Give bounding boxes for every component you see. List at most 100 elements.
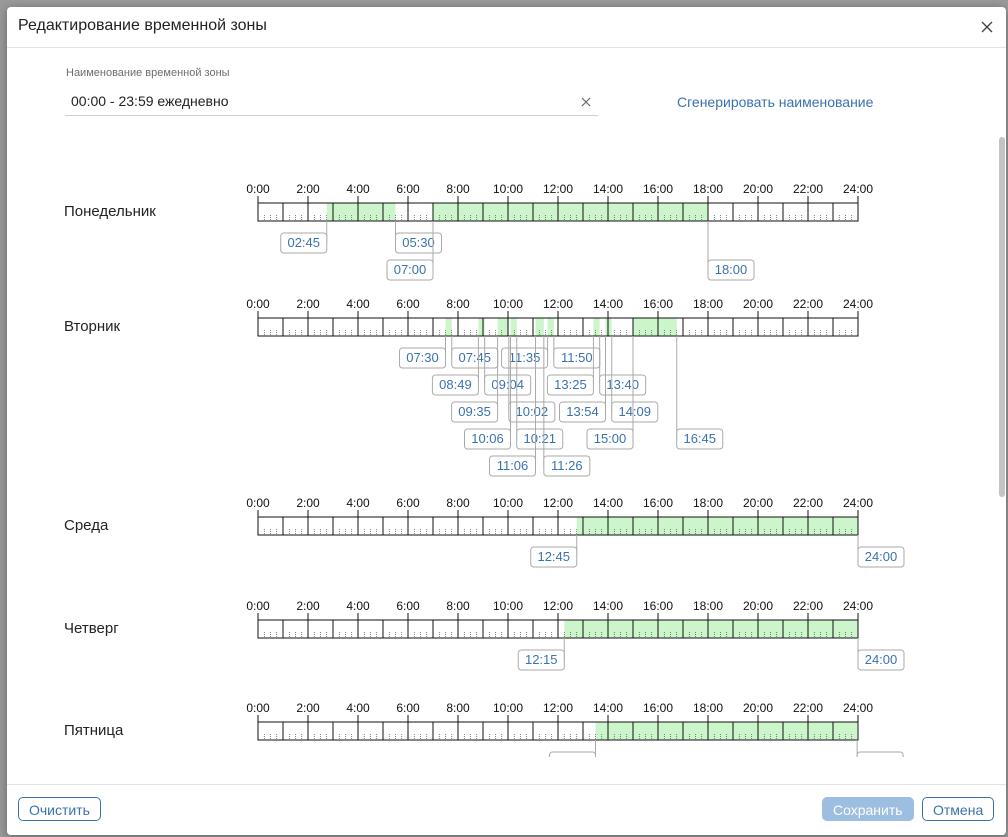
clear-icon[interactable] <box>580 95 592 107</box>
hour-label: 2:00 <box>296 496 320 510</box>
time-marker-label: 13:25 <box>554 377 587 392</box>
hour-label: 12:00 <box>543 599 573 613</box>
active-interval[interactable] <box>510 318 517 336</box>
active-interval[interactable] <box>595 722 858 740</box>
active-interval[interactable] <box>445 318 452 336</box>
hour-label: 0:00 <box>246 297 270 311</box>
active-interval[interactable] <box>576 517 858 535</box>
day-row: Вторник 0:00 2:00 4:00 6:00 8:00 10:00 12:00 14:… <box>64 297 873 477</box>
hour-label: 16:00 <box>643 599 673 613</box>
hour-label: 12:00 <box>543 701 573 715</box>
active-interval[interactable] <box>593 318 600 336</box>
active-interval[interactable] <box>535 318 544 336</box>
hour-label: 22:00 <box>793 496 823 510</box>
day-name: Вторник <box>64 318 121 335</box>
hour-label: 8:00 <box>446 701 470 715</box>
hour-label: 14:00 <box>593 701 623 715</box>
day-name: Среда <box>64 517 109 534</box>
timezone-edit-dialog: Редактирование временной зоны Наименован… <box>7 7 1006 835</box>
hour-label: 16:00 <box>643 701 673 715</box>
day-name: Четверг <box>64 620 119 637</box>
time-marker-label: 08:49 <box>439 377 472 392</box>
hour-label: 14:00 <box>593 599 623 613</box>
hour-label: 12:00 <box>543 297 573 311</box>
hour-label: 24:00 <box>843 496 873 510</box>
time-marker-label: 16:45 <box>683 431 716 446</box>
active-interval[interactable] <box>326 203 396 221</box>
hour-label: 4:00 <box>346 297 370 311</box>
hour-label: 10:00 <box>493 599 523 613</box>
hour-label: 0:00 <box>246 701 270 715</box>
active-interval[interactable] <box>633 318 677 336</box>
hour-label: 20:00 <box>743 297 773 311</box>
time-marker-label: 07:30 <box>406 350 439 365</box>
hour-label: 12:00 <box>543 182 573 196</box>
hour-label: 22:00 <box>793 182 823 196</box>
hour-label: 24:00 <box>843 599 873 613</box>
hour-label: 14:00 <box>593 182 623 196</box>
hour-label: 16:00 <box>643 297 673 311</box>
time-marker-label: 24:00 <box>865 652 898 667</box>
time-marker-label: 12:15 <box>525 652 558 667</box>
time-marker-label: 24:00 <box>865 549 898 564</box>
hour-label: 24:00 <box>843 297 873 311</box>
active-interval[interactable] <box>433 203 708 221</box>
time-marker-label: 15:00 <box>594 431 627 446</box>
hour-label: 22:00 <box>793 599 823 613</box>
clear-button[interactable]: Очистить <box>18 797 101 821</box>
time-marker-label: 14:09 <box>618 404 651 419</box>
scrollbar-thumb[interactable] <box>999 137 1005 497</box>
save-button[interactable]: Сохранить <box>822 797 914 821</box>
time-marker-label: 10:06 <box>471 431 504 446</box>
hour-label: 10:00 <box>493 182 523 196</box>
hour-label: 4:00 <box>346 182 370 196</box>
hour-label: 2:00 <box>296 599 320 613</box>
hour-label: 10:00 <box>493 297 523 311</box>
hour-label: 0:00 <box>246 599 270 613</box>
time-marker-label: 09:04 <box>491 377 524 392</box>
time-marker-label: 18:00 <box>715 262 748 277</box>
cancel-button[interactable]: Отмена <box>922 797 995 821</box>
vertical-scrollbar[interactable] <box>999 137 1005 757</box>
hour-label: 4:00 <box>346 496 370 510</box>
hour-label: 10:00 <box>493 701 523 715</box>
close-icon[interactable] <box>978 18 996 36</box>
hour-label: 18:00 <box>693 701 723 715</box>
hour-label: 0:00 <box>246 496 270 510</box>
time-marker-label: 13:54 <box>566 404 599 419</box>
timezone-name-input[interactable] <box>65 89 571 113</box>
dialog-footer: Очистить Сохранить Отмена <box>7 784 1006 835</box>
generate-name-link[interactable]: Сгенерировать наименование <box>677 94 873 110</box>
active-interval[interactable] <box>605 318 612 336</box>
time-marker-label: 02:45 <box>287 235 320 250</box>
time-marker-label: 11:26 <box>551 458 583 473</box>
hour-label: 16:00 <box>643 496 673 510</box>
hour-label: 0:00 <box>246 182 270 196</box>
day-row: Среда 0:00 2:00 4:00 6:00 8:00 10:00 12:00 14:00… <box>64 496 905 568</box>
week-schedule: Понедельник 0:00 2:00 4:00 6:00 8:00 10:00 12:0… <box>64 182 905 757</box>
hour-label: 20:00 <box>743 701 773 715</box>
hour-label: 6:00 <box>396 701 420 715</box>
hour-label: 22:00 <box>793 701 823 715</box>
time-marker-label: 11:06 <box>497 458 529 473</box>
active-interval[interactable] <box>547 318 554 336</box>
hour-label: 20:00 <box>743 599 773 613</box>
day-row: Пятница 0:00 2:00 4:00 6:00 8:00 10:00 12:00 14:… <box>64 701 904 757</box>
hour-label: 24:00 <box>843 182 873 196</box>
hour-label: 18:00 <box>693 599 723 613</box>
hour-label: 20:00 <box>743 496 773 510</box>
hour-label: 16:00 <box>643 182 673 196</box>
hour-label: 24:00 <box>843 701 873 715</box>
hour-label: 8:00 <box>446 297 470 311</box>
time-marker-label: 10:21 <box>523 431 556 446</box>
time-marker-label: 05:30 <box>402 235 435 250</box>
hour-label: 12:00 <box>543 496 573 510</box>
hour-label: 10:00 <box>493 496 523 510</box>
hour-label: 2:00 <box>296 182 320 196</box>
hour-label: 6:00 <box>396 297 420 311</box>
time-marker-label: 11:50 <box>561 350 593 365</box>
active-interval[interactable] <box>497 318 509 336</box>
time-marker-label: 07:00 <box>394 262 427 277</box>
active-interval[interactable] <box>478 318 485 336</box>
time-marker-label: 23:58 <box>864 754 897 757</box>
